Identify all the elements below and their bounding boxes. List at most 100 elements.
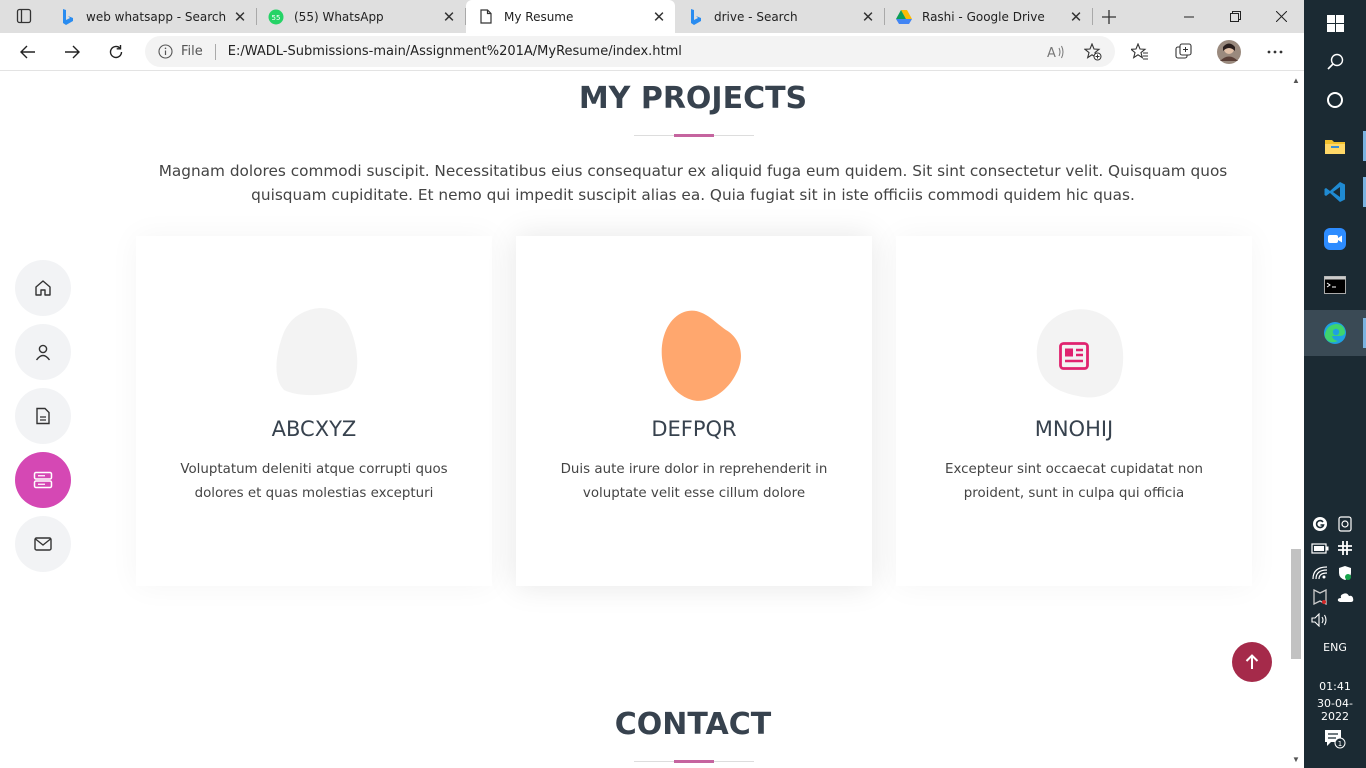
tab-title: Rashi - Google Drive [922,9,1045,24]
project-description: Duis aute irure dolor in reprehenderit i… [560,462,828,501]
onedrive-cloud-icon[interactable] [1334,586,1356,608]
collections-button[interactable] [1171,39,1197,65]
refresh-button[interactable] [101,37,131,67]
star-add-icon [1084,43,1102,61]
tab-actions-button[interactable] [10,6,38,26]
forward-button[interactable] [57,37,87,67]
refresh-icon [109,45,123,59]
person-icon [35,344,51,361]
tab-drive-search[interactable]: drive - Search ✕ [676,0,885,33]
svg-text:A: A [1047,46,1056,59]
terminal-button[interactable] [1304,262,1366,308]
grammarly-icon[interactable] [1309,513,1331,535]
title-underline-accent [674,134,714,137]
info-icon[interactable] [157,44,173,60]
battery-icon[interactable] [1309,537,1331,559]
favorites-icon [1131,43,1148,60]
read-aloud-icon: A [1047,45,1064,59]
edge-button[interactable] [1304,310,1366,356]
vscode-button[interactable] [1304,169,1366,215]
collections-icon [1175,43,1192,59]
svg-text:55: 55 [272,14,281,22]
input-language[interactable]: ENG [1304,641,1366,654]
tab-title: My Resume [504,9,574,24]
restore-icon [1229,11,1241,22]
folder-icon [1325,140,1345,154]
file-explorer-button[interactable] [1304,123,1366,169]
plus-icon [1102,10,1116,24]
project-title: DEFPQR [651,417,737,441]
cortana-button[interactable] [1304,77,1366,123]
scroll-down-arrow[interactable]: ▼ [1288,752,1304,766]
file-icon [36,407,50,425]
url-scheme-label: File [181,44,203,59]
title-underline [634,134,754,137]
close-tab-icon[interactable]: ✕ [856,5,880,29]
address-bar[interactable]: File E:/WADL-Submissions-main/Assignment… [145,36,1115,67]
url-text[interactable]: E:/WADL-Submissions-main/Assignment%201A… [228,44,682,59]
back-to-top-button[interactable] [1232,642,1272,682]
newspaper-icon [1059,342,1089,370]
blob-icon [276,308,358,396]
cortana-circle-icon [1327,92,1343,108]
nav-resume-button[interactable] [15,388,71,444]
search-icon [1326,53,1343,70]
tab-title: (55) WhatsApp [294,9,384,24]
back-button[interactable] [13,37,43,67]
clock-time[interactable]: 01:41 [1304,680,1366,693]
new-tab-button[interactable] [1096,4,1122,30]
read-aloud-button[interactable]: A [1043,39,1069,65]
zoom-icon [1324,228,1346,250]
wifi-icon[interactable] [1309,562,1331,584]
nav-about-button[interactable] [15,324,71,380]
scroll-up-arrow[interactable]: ▲ [1288,73,1304,87]
bing-icon [688,8,704,25]
tab-google-drive[interactable]: Rashi - Google Drive ✕ [884,0,1093,33]
scrollbar-thumb[interactable] [1291,549,1301,659]
restore-button[interactable] [1212,0,1258,33]
server-icon [33,471,53,489]
zoom-button[interactable] [1304,216,1366,262]
nav-contact-button[interactable] [15,516,71,572]
tab-whatsapp[interactable]: 55 (55) WhatsApp ✕ [256,0,466,33]
project-card-defpqr[interactable]: DEFPQR Duis aute irure dolor in reprehen… [516,236,872,586]
slack-icon[interactable] [1334,537,1356,559]
tab-title: drive - Search [714,9,798,24]
title-underline [634,760,754,763]
favorites-button[interactable] [1127,39,1153,65]
omnibox-divider [214,43,216,60]
whatsapp-icon: 55 [268,9,284,25]
security-shield-icon[interactable] [1334,562,1356,584]
add-favorite-button[interactable] [1080,39,1106,65]
more-horizontal-icon [1267,50,1283,54]
mcafee-icon[interactable] [1309,586,1331,608]
terminal-icon [1324,276,1346,294]
minimize-button[interactable] [1166,0,1212,33]
profile-button[interactable] [1216,39,1242,65]
windows-taskbar: ENG 01:41 30-04-2022 1 [1304,0,1366,768]
title-underline-accent [674,760,714,763]
vertical-scrollbar[interactable]: ▲ ▼ [1288,71,1304,768]
arrow-up-icon [1245,654,1259,669]
tab-my-resume[interactable]: My Resume ✕ [466,0,675,33]
close-window-button[interactable] [1258,0,1304,33]
vscode-icon [1324,182,1345,202]
project-title: MNOHIJ [1034,417,1114,441]
volume-icon[interactable] [1309,609,1331,631]
project-card-abcxyz[interactable]: ABCXYZ Voluptatum deleniti atque corrupt… [136,236,492,586]
windows-logo-icon [1326,14,1344,32]
tab-strip: web whatsapp - Search ✕ 55 (55) WhatsApp… [0,0,1304,33]
nav-home-button[interactable] [15,260,71,316]
close-tab-icon[interactable]: ✕ [647,5,671,29]
camera-icon[interactable] [1334,513,1356,535]
close-tab-icon[interactable]: ✕ [228,5,252,29]
notification-center-icon[interactable]: 1 [1324,728,1346,750]
clock-date[interactable]: 30-04-2022 [1304,697,1366,723]
minimize-icon [1184,16,1194,17]
close-tab-icon[interactable]: ✕ [437,5,461,29]
nav-projects-button[interactable] [15,452,71,508]
settings-more-button[interactable] [1262,39,1288,65]
tab-web-whatsapp-search[interactable]: web whatsapp - Search ✕ [48,0,257,33]
project-card-mnohij[interactable]: MNOHIJ Excepteur sint occaecat cupidatat… [896,236,1252,586]
close-tab-icon[interactable]: ✕ [1064,5,1088,29]
